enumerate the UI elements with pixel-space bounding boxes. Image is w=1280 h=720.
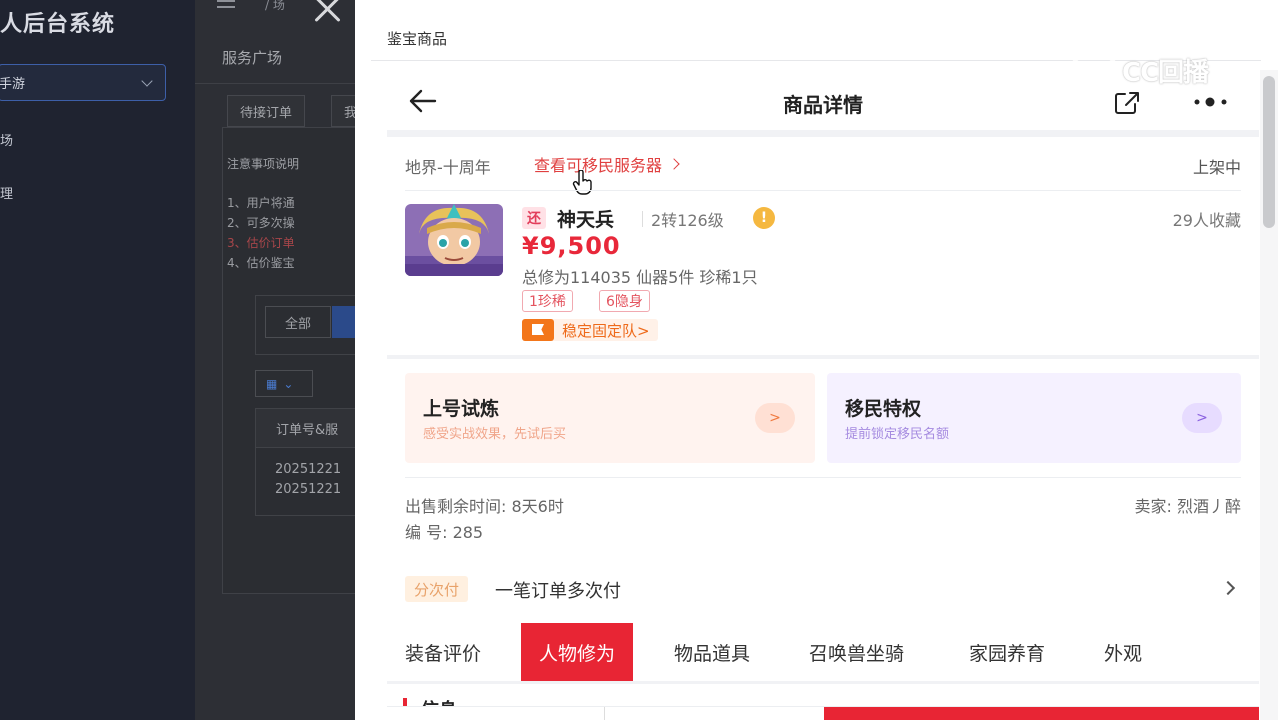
divider: [405, 477, 1241, 478]
admin-title: 人后台系统: [0, 12, 116, 37]
order-number: 20251221: [275, 482, 342, 497]
chevron-right-icon: >: [755, 403, 795, 433]
notice-line: 1、用户将通: [227, 196, 295, 210]
installment-badge: 分次付: [405, 576, 469, 602]
warning-icon[interactable]: !: [753, 207, 775, 229]
detail-tabs: 装备评价 人物修为 物品道具 召唤兽坐骑 家园养育 外观: [387, 623, 1259, 681]
sale-remaining-time: 出售剩余时间: 8天6时: [405, 497, 564, 516]
filter-all-button[interactable]: 全部: [265, 306, 331, 338]
character-level: 2转126级: [651, 211, 724, 230]
character-avatar[interactable]: [405, 204, 503, 276]
price: ¥9,500: [522, 232, 621, 260]
installment-text: 一笔订单多次付: [495, 581, 621, 602]
tab-appearance[interactable]: 外观: [1104, 623, 1142, 681]
notice-line: 2、可多次操: [227, 216, 295, 230]
table-header: 订单号&服: [255, 408, 360, 448]
tab-items[interactable]: 物品道具: [674, 623, 750, 681]
divider: [604, 707, 605, 720]
divider: [405, 190, 1241, 191]
flag-icon: [522, 319, 554, 341]
watermark: CC回播: [1070, 48, 1209, 92]
chevron-right-icon: [668, 158, 680, 170]
drawer-title: 鉴宝商品: [387, 30, 448, 48]
character-name: 神天兵: [557, 209, 615, 231]
sidebar-item-manage[interactable]: 理: [0, 183, 13, 202]
server-label: 地界-十周年: [405, 158, 491, 177]
migrate-privilege-button[interactable]: 移民特权 提前锁定移民名额 >: [827, 373, 1241, 463]
character-stats: 总修为114035 仙器5件 珍稀1只: [522, 268, 758, 287]
chevron-right-icon: [1220, 580, 1236, 596]
server-link-label: 查看可移民服务器: [534, 156, 663, 175]
trial-button[interactable]: 上号试炼 感受实战效果，先试后买 >: [405, 373, 815, 463]
buy-button[interactable]: [824, 707, 1259, 720]
menu-icon[interactable]: [217, 0, 235, 8]
team-tag[interactable]: 稳定固定队>: [522, 319, 658, 341]
admin-sidebar: 人后台系统 手游 场 理: [0, 0, 195, 720]
bottom-action-bar: [387, 706, 1259, 720]
trial-subtitle: 感受实战效果，先试后买: [423, 427, 567, 442]
more-icon[interactable]: [1193, 97, 1229, 107]
migrate-title: 移民特权: [845, 398, 922, 420]
game-select[interactable]: 手游: [0, 64, 166, 101]
trial-title: 上号试炼: [423, 398, 500, 420]
team-tag-label: 稳定固定队>: [562, 321, 650, 340]
watermark-text: CC回播: [1122, 57, 1209, 88]
seller-name: 卖家: 烈酒丿醉: [1134, 497, 1241, 516]
grid-icon: ▦: [266, 376, 278, 391]
installment-row[interactable]: 分次付 一笔订单多次付: [387, 559, 1259, 619]
chevron-down-icon: [141, 74, 153, 87]
divider: [642, 211, 643, 227]
chevron-right-icon: >: [1182, 403, 1222, 433]
watermark-logo-icon: [1070, 50, 1118, 90]
tag-stealth: 6隐身: [599, 290, 650, 312]
tab-equipment[interactable]: 装备评价: [405, 623, 481, 681]
hand-cursor-icon: [572, 170, 592, 195]
summary-card: 地界-十周年 查看可移民服务器 上架中 还 神天兵 2转126级 ! 29人收藏…: [387, 137, 1259, 355]
status-badge: 上架中: [1192, 158, 1241, 177]
tab-character[interactable]: 人物修为: [521, 623, 634, 681]
notice-line: 3、估价订单: [227, 236, 295, 250]
scrollbar-thumb[interactable]: [1263, 76, 1275, 228]
sidebar-item-square[interactable]: 场: [0, 130, 13, 149]
tab-home[interactable]: 家园养育: [969, 623, 1045, 681]
divider: [195, 83, 360, 84]
admin-main: / 场 服务广场 待接订单 我 注意事项说明 1、用户将通 2、可多次操 3、估…: [195, 0, 360, 720]
product-detail-view: 商品详情 地界-十周年 查看可移民服务器 上架中 还 神天兵 2转126级 ! …: [387, 72, 1259, 720]
game-select-value: 手游: [0, 77, 26, 92]
order-number: 20251221: [275, 462, 342, 477]
chevron-down-icon: ⌄: [283, 376, 294, 391]
migrate-server-link[interactable]: 查看可移民服务器: [534, 152, 680, 176]
tab-pets-mounts[interactable]: 召唤兽坐骑: [809, 623, 904, 681]
column-settings-button[interactable]: ▦ ⌄: [255, 370, 313, 397]
return-badge: 还: [522, 207, 546, 229]
share-icon[interactable]: [1113, 90, 1141, 116]
notice-title: 注意事项说明: [227, 157, 300, 171]
notice-line: 4、估价鉴宝: [227, 256, 295, 270]
migrate-subtitle: 提前锁定移民名额: [845, 427, 950, 442]
tab-pending-orders[interactable]: 待接订单: [227, 95, 306, 127]
serial-number: 编 号: 285: [405, 523, 484, 542]
info-section: 信息: [387, 684, 1259, 720]
close-icon[interactable]: [310, 0, 346, 28]
drawer: 鉴宝商品 商品详情 地界-十周年 查看可移民服务器 上架中 还 神天兵 2转12…: [355, 0, 1280, 720]
tag-rare: 1珍稀: [522, 290, 573, 312]
section-title: 服务广场: [222, 49, 283, 67]
favorite-count: 29人收藏: [1172, 211, 1241, 230]
